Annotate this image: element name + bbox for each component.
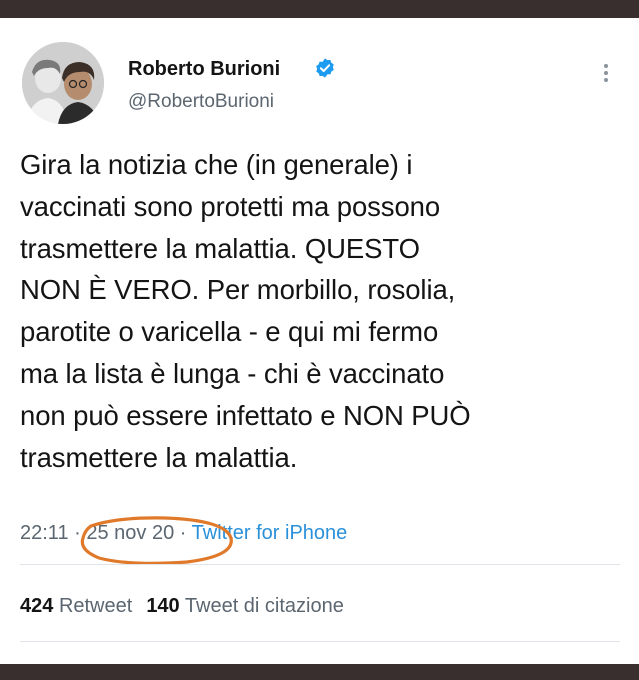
annotation-circle <box>80 516 233 565</box>
photo-frame-bottom <box>0 664 639 680</box>
tweet-time[interactable]: 22:11 <box>20 522 69 544</box>
retweet-stat[interactable]: 424 Retweet <box>20 595 132 617</box>
photo-frame-top <box>0 0 639 18</box>
tweet-text-line: trasmettere la malattia. <box>20 441 298 473</box>
quote-count: 140 <box>146 595 180 617</box>
quote-stat[interactable]: 140 Tweet di citazione <box>146 595 344 617</box>
divider <box>20 641 620 642</box>
retweet-label: Retweet <box>58 595 133 617</box>
verified-badge-icon <box>316 58 334 78</box>
profile-photo-icon <box>22 42 104 124</box>
author-handle[interactable]: @RobertoBurioni <box>128 91 274 113</box>
tweet-text: Gira la notizia che (in generale) i vacc… <box>20 144 620 478</box>
quote-label: Tweet di citazione <box>184 595 344 617</box>
tweet-card: Roberto Burioni @RobertoBurioni Gira la … <box>0 18 639 664</box>
tweet-text-line: Gira la notizia che (in generale) i <box>20 149 413 180</box>
tweet-text-line: parotite o varicella - e qui mi fermo <box>20 316 439 348</box>
tweet-text-line: trasmettere la malattia. QUESTO <box>20 232 420 264</box>
more-options-icon[interactable] <box>596 58 616 88</box>
tweet-text-line: vaccinati sono protetti ma possono <box>20 190 441 222</box>
avatar[interactable] <box>22 42 104 124</box>
tweet-text-line: ma la lista è lunga - chi è vaccinato <box>20 357 445 389</box>
tweet-stats: 424 Retweet 140 Tweet di citazione <box>20 595 344 618</box>
tweet-text-line: non può essere infettato e NON PUÒ <box>20 399 471 431</box>
divider <box>20 564 620 565</box>
tweet-text-line: NON È VERO. Per morbillo, rosolia, <box>20 274 456 306</box>
author-name[interactable]: Roberto Burioni <box>128 58 280 81</box>
retweet-count: 424 <box>20 595 54 617</box>
